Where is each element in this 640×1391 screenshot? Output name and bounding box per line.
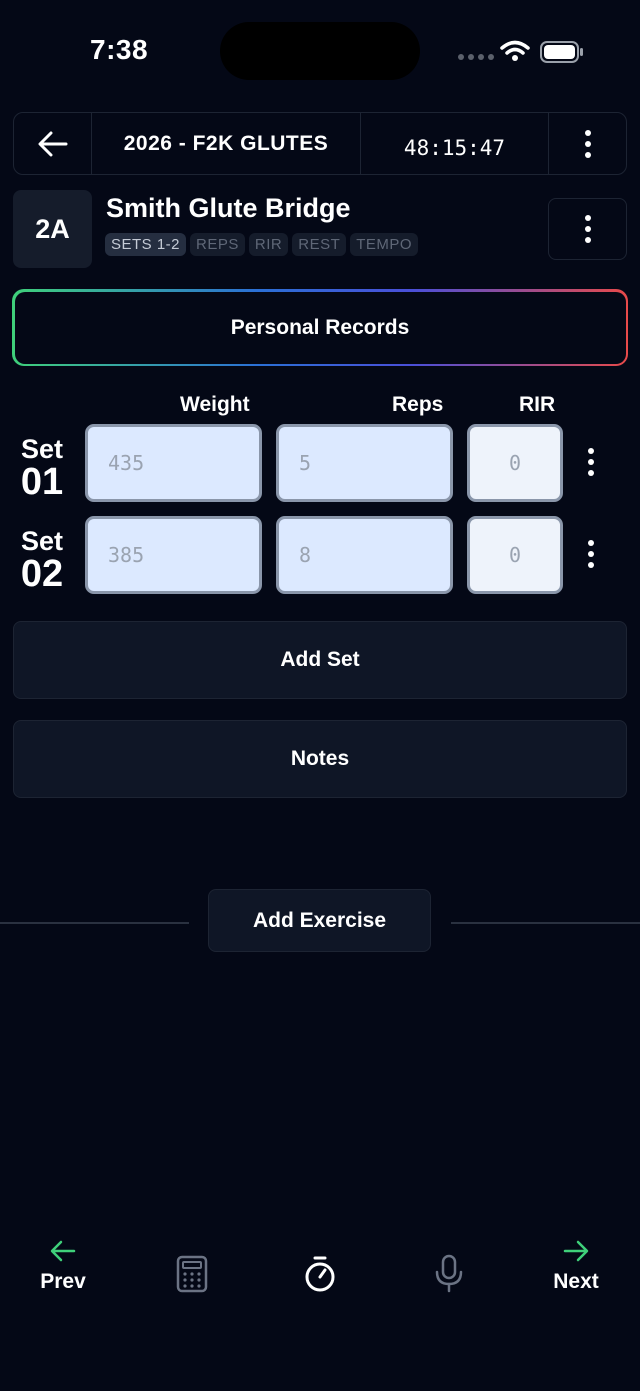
set-menu-button[interactable] [588, 448, 594, 476]
set-label: Set 01 [14, 434, 70, 503]
next-label: Next [553, 1270, 599, 1293]
column-weight: Weight [180, 393, 250, 416]
exercise-name: Smith Glute Bridge [106, 193, 351, 223]
kebab-menu-icon [584, 129, 591, 158]
arrow-left-icon [50, 1240, 76, 1262]
divider-left [0, 922, 189, 924]
status-time: 7:38 [90, 34, 149, 65]
reps-input[interactable]: 5 [276, 424, 453, 502]
stopwatch-icon[interactable] [303, 1255, 337, 1293]
workout-timer: 48:15:47 [361, 113, 549, 174]
cellular-signal-icon [458, 54, 494, 60]
tag-rest[interactable]: REST [292, 233, 347, 256]
tag-sets[interactable]: SETS 1-2 [105, 233, 187, 256]
exercise-menu-button[interactable] [548, 198, 627, 260]
prev-button[interactable]: Prev [36, 1240, 90, 1294]
set-label-text: Set [20, 526, 64, 556]
rir-input[interactable]: 0 [467, 516, 563, 594]
prev-label: Prev [40, 1270, 86, 1293]
tag-reps[interactable]: REPS [190, 233, 245, 256]
tag-rir[interactable]: RIR [248, 233, 289, 256]
weight-input[interactable]: 385 [85, 516, 262, 594]
workout-header: 2026 - F2K GLUTES 48:15:47 [13, 112, 627, 175]
set-number: 02 [20, 553, 64, 595]
set-number: 01 [20, 461, 64, 503]
dynamic-island [220, 22, 420, 80]
divider-right [451, 922, 640, 924]
reps-input[interactable]: 8 [276, 516, 453, 594]
personal-records-button[interactable]: Personal Records [12, 289, 628, 366]
column-rir: RIR [519, 393, 556, 416]
workout-title: 2026 - F2K GLUTES [92, 113, 361, 174]
microphone-icon[interactable] [434, 1254, 464, 1294]
rir-input[interactable]: 0 [467, 424, 563, 502]
battery-icon [540, 41, 583, 63]
calculator-icon[interactable] [176, 1255, 208, 1293]
add-set-button[interactable]: Add Set [13, 621, 627, 699]
personal-records-label: Personal Records [14, 291, 626, 364]
back-button[interactable] [14, 113, 92, 174]
add-exercise-button[interactable]: Add Exercise [208, 889, 431, 952]
tag-tempo[interactable]: TEMPO [350, 233, 419, 256]
weight-input[interactable]: 435 [85, 424, 262, 502]
set-label-text: Set [20, 434, 64, 464]
exercise-badge: 2A [13, 190, 92, 268]
arrow-left-icon [38, 131, 67, 156]
arrow-right-icon [563, 1240, 589, 1262]
next-button[interactable]: Next [548, 1240, 604, 1294]
workout-menu-button[interactable] [549, 113, 626, 174]
kebab-menu-icon [584, 215, 591, 243]
status-bar: 7:38 [0, 0, 640, 100]
column-reps: Reps [392, 393, 444, 416]
set-label: Set 02 [14, 526, 70, 595]
exercise-tags: SETS 1-2 REPS RIR REST TEMPO [105, 233, 419, 256]
notes-button[interactable]: Notes [13, 720, 627, 798]
set-menu-button[interactable] [588, 540, 594, 568]
wifi-icon [500, 40, 530, 61]
